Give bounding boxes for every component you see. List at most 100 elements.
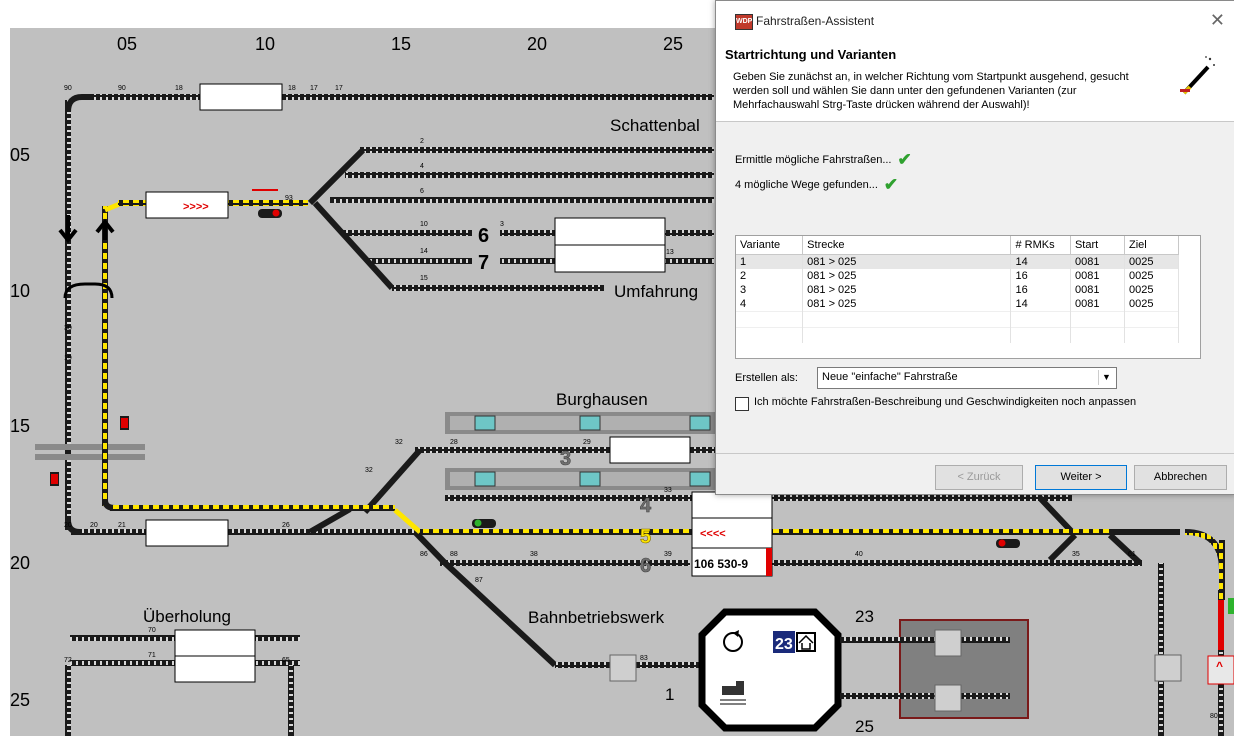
column-header[interactable]: Variante (736, 236, 804, 255)
segment-number: 13 (666, 249, 674, 256)
status-line: 4 mögliche Wege gefunden... ✔ (735, 175, 898, 195)
segment-number: 20 (90, 522, 98, 529)
table-cell: 0081 (1070, 283, 1125, 297)
track-number: 6 (640, 555, 651, 577)
segment-number: 26 (282, 522, 290, 529)
column-header[interactable]: Strecke (802, 236, 1012, 255)
train-direction-marker: <<<< (700, 528, 726, 540)
track-number: 6 (478, 225, 489, 247)
status-text: 4 mögliche Wege gefunden... (735, 178, 878, 191)
table-row[interactable]: 1 081 > 025 14 0081 0025 (736, 254, 1180, 269)
segment-number: 40 (855, 551, 863, 558)
train-direction-marker: >>>> (183, 201, 209, 213)
cancel-button[interactable]: Abbrechen (1134, 465, 1227, 490)
table-cell: 0081 (1070, 254, 1125, 269)
segment-number: 86 (420, 551, 428, 558)
table-cell: 14 (1010, 254, 1071, 269)
next-button[interactable]: Weiter > (1035, 465, 1127, 490)
table-row (736, 327, 1180, 343)
segment-number: 33 (664, 487, 672, 494)
area-label-umfahrung: Umfahrung (614, 282, 698, 301)
create-as-label: Erstellen als: (735, 372, 798, 384)
segment-number: 18 (175, 85, 183, 92)
table-cell: 16 (1010, 283, 1071, 297)
segment-number: 70 (148, 627, 156, 634)
column-header[interactable]: Ziel (1124, 236, 1180, 255)
segment-number: 18 (288, 85, 296, 92)
segment-number: 90 (64, 85, 72, 92)
row-label: 20 (10, 553, 30, 573)
table-cell: 16 (1010, 269, 1071, 283)
table-row[interactable]: 2 081 > 025 16 0081 0025 (736, 269, 1180, 283)
check-icon: ✔ (897, 150, 912, 169)
row-label: 05 (10, 145, 30, 165)
page-title: Startrichtung und Varianten (725, 47, 897, 62)
table-cell: 14 (1010, 297, 1071, 312)
segment-number: 72 (64, 657, 72, 664)
segment-number: 2 (420, 138, 424, 145)
area-label-ueberholung: Überholung (143, 607, 231, 626)
area-label-schattenbahnhof: Schattenbal (610, 116, 700, 135)
segment-number: 4 (420, 163, 424, 170)
table-row[interactable]: 4 081 > 025 14 0081 0025 (736, 297, 1180, 312)
table-row[interactable]: 3 081 > 025 16 0081 0025 (736, 283, 1180, 297)
table-cell: 1 (736, 254, 804, 269)
segment-number: 21 (118, 522, 126, 529)
area-label-bahnbetriebswerk: Bahnbetriebswerk (528, 608, 665, 627)
loco-number: 106 530-9 (694, 557, 748, 571)
dropdown-arrow-icon[interactable]: ▼ (1098, 370, 1114, 385)
track-number: 1 (665, 685, 674, 704)
table-row (736, 311, 1180, 328)
segment-number: 71 (148, 652, 156, 659)
table-cell: 3 (736, 283, 804, 297)
table-cell: 0025 (1124, 297, 1180, 312)
column-header[interactable]: Start (1070, 236, 1125, 255)
dialog-title: Fahrstraßen-Assistent (756, 14, 875, 28)
table-cell: 0081 (1070, 297, 1125, 312)
back-button[interactable]: < Zurück (935, 465, 1023, 490)
row-label: 15 (10, 416, 30, 436)
column-label: 15 (391, 34, 411, 54)
column-label: 05 (117, 34, 137, 54)
track-number: 25 (855, 717, 874, 736)
dialog-header: Startrichtung und Varianten Geben Sie zu… (716, 37, 1234, 122)
segment-number: 15 (420, 275, 428, 282)
adjust-checkbox-label[interactable]: Ich möchte Fahrstraßen-Beschreibung und … (754, 396, 1136, 408)
track-number: 3 (560, 448, 571, 470)
segment-number: 10 (420, 221, 428, 228)
table-cell: 081 > 025 (802, 297, 1012, 312)
adjust-checkbox[interactable] (735, 397, 749, 411)
magic-wand-icon (1180, 56, 1215, 95)
variants-table[interactable]: Variante Strecke # RMKs Start Ziel 1 081… (735, 235, 1201, 359)
segment-number: 80 (1210, 713, 1218, 720)
segment-number: 29 (583, 439, 591, 446)
segment-number: 38 (530, 551, 538, 558)
segment-number: 61 (1128, 551, 1136, 558)
table-cell: 081 > 025 (802, 254, 1012, 269)
segment-number: 6 (420, 188, 424, 195)
segment-number: 88 (450, 551, 458, 558)
dialog-titlebar[interactable]: WDP Fahrstraßen-Assistent ✕ (716, 1, 1234, 37)
segment-number: 3 (500, 221, 504, 228)
button-divider (716, 453, 1234, 454)
turntable[interactable]: 23 (698, 608, 842, 732)
area-label-burghausen: Burghausen (556, 390, 648, 409)
segment-number: 17 (335, 85, 343, 92)
segment-number: 28 (450, 439, 458, 446)
table-cell: 0025 (1124, 254, 1180, 269)
segment-number: 87 (475, 577, 483, 584)
segment-number: 30 (64, 325, 72, 332)
route-assistant-dialog: WDP Fahrstraßen-Assistent ✕ Startrichtun… (715, 0, 1234, 495)
create-as-value: Neue "einfache" Fahrstraße (822, 371, 958, 383)
turntable-track-badge: 23 (775, 636, 793, 653)
table-cell: 081 > 025 (802, 283, 1012, 297)
segment-number: 35 (1072, 551, 1080, 558)
track-number: 7 (478, 252, 489, 274)
close-icon[interactable]: ✕ (1210, 10, 1225, 31)
create-as-dropdown[interactable]: Neue "einfache" Fahrstraße ▼ (817, 367, 1117, 389)
status-text: Ermittle mögliche Fahrstraßen... (735, 153, 892, 166)
app-icon: WDP (735, 14, 753, 30)
column-header[interactable]: # RMKs (1010, 236, 1071, 255)
segment-number: 20 (64, 522, 72, 529)
table-cell: 2 (736, 269, 804, 283)
